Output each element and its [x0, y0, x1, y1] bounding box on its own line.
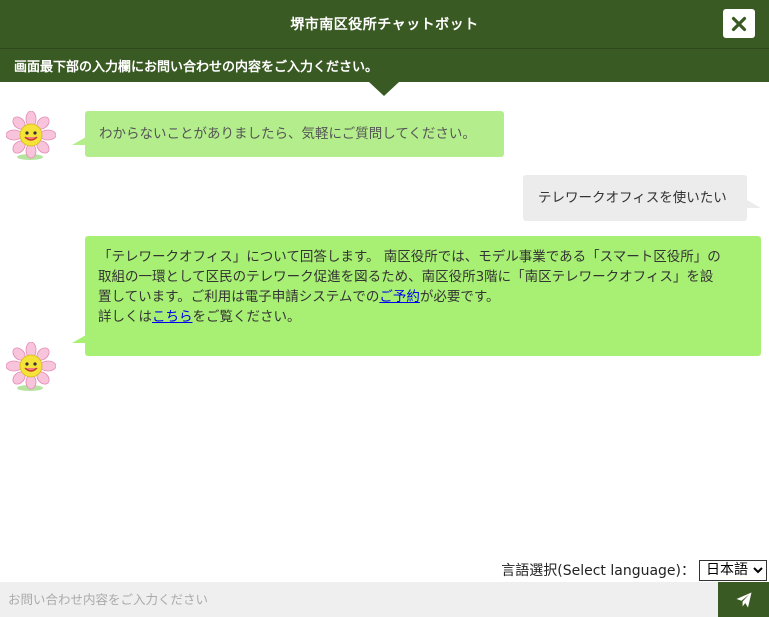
- language-select[interactable]: 日本語: [699, 559, 767, 581]
- notice-text: 画面最下部の入力欄にお問い合わせの内容をご入力ください。: [14, 60, 379, 75]
- close-icon: [731, 16, 747, 31]
- bot-message-text: をご覧ください。: [192, 309, 301, 325]
- bubble-tail: [72, 137, 86, 145]
- reservation-link[interactable]: ご予約: [379, 289, 420, 305]
- notice-arrow: [369, 82, 399, 96]
- bot-message-text: が必要です。: [419, 289, 500, 305]
- bot-message-text: 詳しくは: [98, 309, 152, 325]
- bot-message-line: 取組の一環として区民のテレワーク促進を図るため、南区役所3階に「南区テレワークオ…: [98, 269, 714, 285]
- chat-title: 堺市南区役所チャットボット: [290, 17, 479, 33]
- close-button[interactable]: [723, 9, 755, 38]
- bot-message: わからないことがありましたら、気軽にご質問してください。: [85, 111, 504, 157]
- user-message-text: テレワークオフィスを使いたい: [538, 190, 727, 206]
- send-button[interactable]: [718, 582, 769, 617]
- language-selector-row: 言語選択(Select language)： 日本語: [501, 559, 767, 581]
- message-input[interactable]: [0, 582, 718, 617]
- bot-message-text: 置しています。ご利用は電子申請システムでの: [98, 289, 380, 305]
- bot-message: 「テレワークオフィス」について回答します。 南区役所では、モデル事業である「スマ…: [85, 236, 761, 356]
- details-link[interactable]: こちら: [152, 309, 193, 325]
- flower-mascot-icon: [6, 111, 56, 160]
- language-label: 言語選択(Select language)：: [501, 563, 695, 579]
- paper-plane-icon: [736, 592, 751, 607]
- flower-mascot-icon: [6, 342, 56, 391]
- bot-message-line: 置しています。ご利用は電子申請システムでのご予約が必要です。: [98, 287, 748, 307]
- bubble-tail: [72, 335, 86, 343]
- bot-message-text: わからないことがありましたら、気軽にご質問してください。: [99, 126, 476, 142]
- bubble-tail: [747, 200, 761, 208]
- user-message: テレワークオフィスを使いたい: [523, 175, 747, 221]
- chat-header: 堺市南区役所チャットボット: [0, 0, 769, 48]
- bot-message-line: 「テレワークオフィス」について回答します。 南区役所では、モデル事業である「スマ…: [98, 249, 721, 265]
- input-notice-bar: 画面最下部の入力欄にお問い合わせの内容をご入力ください。: [0, 48, 769, 82]
- bot-message-line: 詳しくはこちらをご覧ください。: [98, 307, 748, 327]
